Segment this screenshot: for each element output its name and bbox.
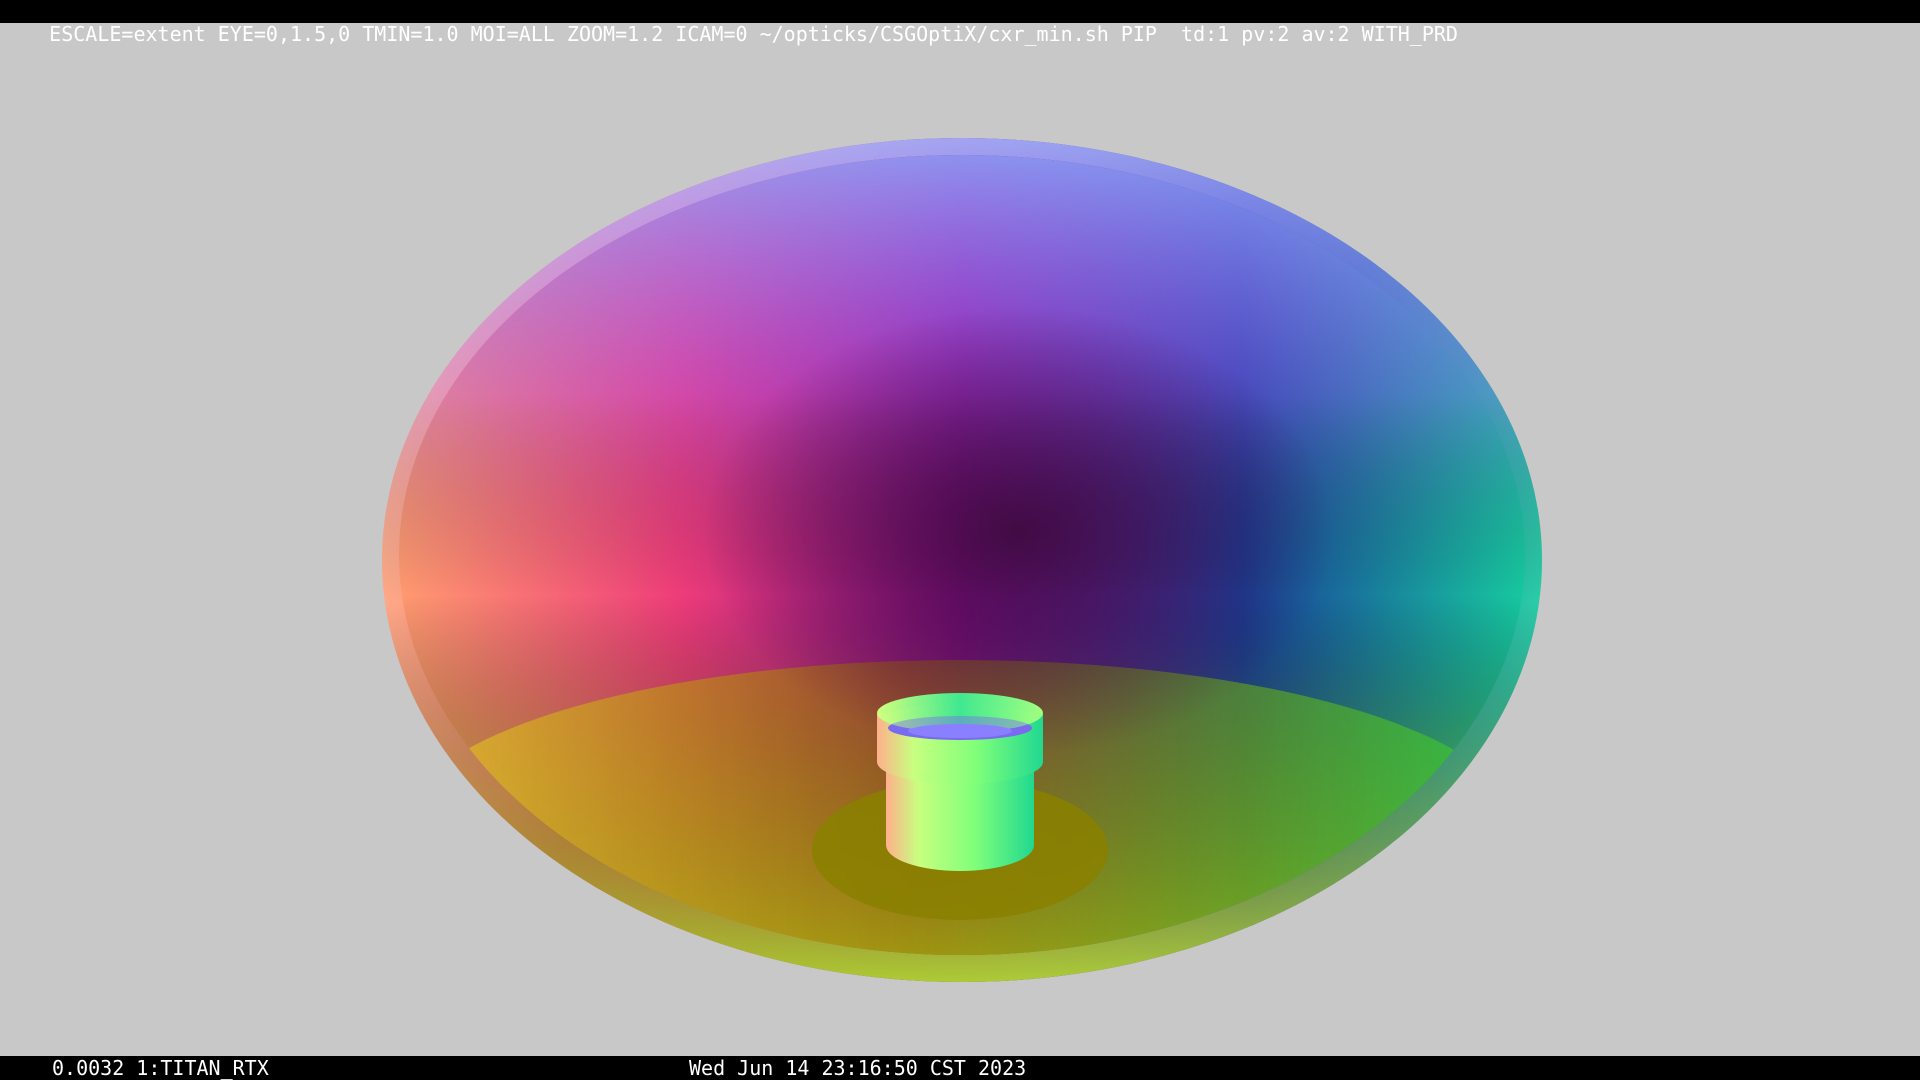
- status-footer: 0.0032 1:TITAN_RTX Wed Jun 14 23:16:50 C…: [0, 1056, 1920, 1080]
- status-header: ESCALE=extent EYE=0,1.5,0 TMIN=1.0 MOI=A…: [0, 0, 1920, 46]
- render-viewport: ESCALE=extent EYE=0,1.5,0 TMIN=1.0 MOI=A…: [0, 0, 1920, 1080]
- timing-device-text: 0.0032 1:TITAN_RTX: [52, 1056, 269, 1080]
- render-params-text: ESCALE=extent EYE=0,1.5,0 TMIN=1.0 MOI=A…: [49, 22, 1458, 46]
- cylinder-object: [877, 693, 1043, 871]
- timestamp-text: Wed Jun 14 23:16:50 CST 2023: [689, 1056, 1027, 1080]
- render-scene: [382, 138, 1542, 982]
